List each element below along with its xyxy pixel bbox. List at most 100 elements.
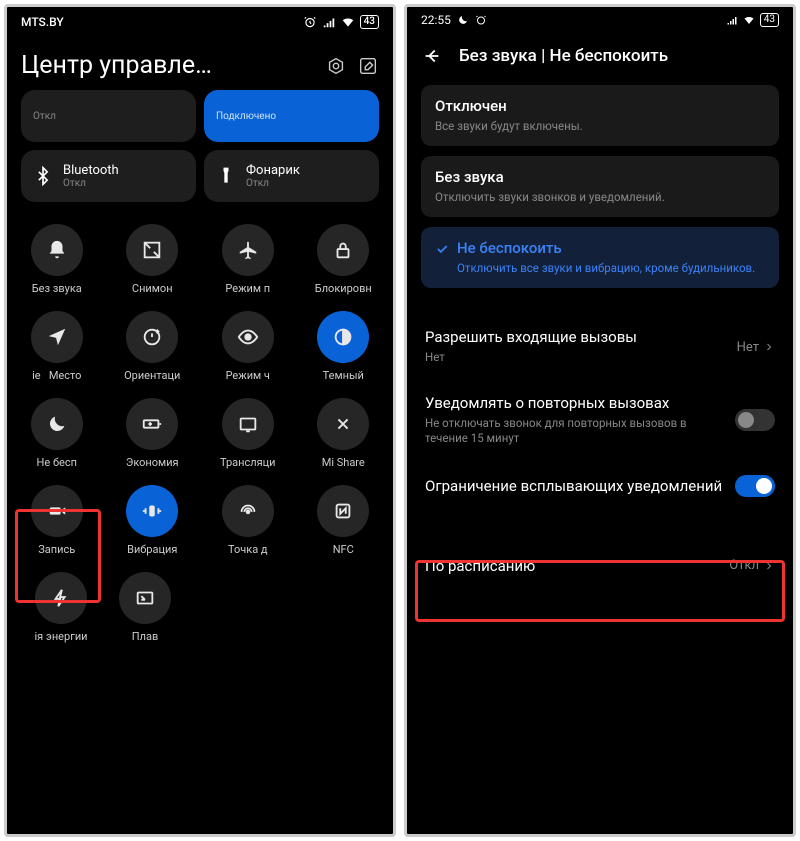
tile-wifi[interactable]: Подключено [204,90,379,142]
control-center-header: Центр управле… [7,33,393,90]
time-label: 22:55 [421,13,451,27]
carrier-label: MTS.BY [21,15,64,29]
tile-sub: Откл [246,178,300,189]
toggle-hotspot[interactable]: Точка д [208,481,288,566]
setting-incoming-calls[interactable]: Разрешить входящие вызовы Нет Нет [407,314,793,380]
eye-icon [237,326,259,348]
tile-row-2: Bluetooth Откл Фонарик Откл [7,150,393,210]
darkmode-icon [332,326,354,348]
toggle-label: Ориентаци [117,369,187,382]
toggle-label: Не бесп [22,456,92,469]
tile-bluetooth[interactable]: Bluetooth Откл [21,150,196,202]
screenshot-icon [141,239,163,261]
gear-icon[interactable] [325,55,347,77]
moon-icon [457,14,469,26]
cast-icon [237,413,259,435]
option-dnd[interactable]: Не беспокоить Отключить все звуки и вибр… [421,227,779,288]
toggle-label: ія энергии [26,630,96,643]
switch-repeated[interactable] [735,409,775,431]
toggle-location[interactable]: іе Место [17,307,97,392]
flashlight-icon [216,166,236,186]
toggle-label: Темный [308,369,378,382]
option-title: Без звука [435,168,765,186]
toggle-dnd[interactable]: Не бесп [17,394,97,479]
tile-sub: Откл [33,111,56,122]
tile-data[interactable]: Откл [21,90,196,142]
tile-label: Bluetooth [63,163,119,178]
pip-icon [134,587,156,609]
tile-label: Фонарик [246,163,300,178]
wifi-icon [743,14,755,26]
toggle-nfc[interactable]: NFC [303,481,383,566]
phone-dnd-settings: 22:55 43 Без звука | Не беспокоить Отклю… [404,4,796,837]
highlight-popup-setting [415,560,785,622]
nfc-icon [332,500,354,522]
tile-sub: Откл [63,178,119,189]
tile-flashlight[interactable]: Фонарик Откл [204,150,379,202]
setting-title: Разрешить входящие вызовы [425,328,727,346]
toggle-mute[interactable]: Без звука [17,220,97,305]
alarm-icon [303,15,317,29]
setting-sub: Нет [425,350,727,366]
toggle-cast[interactable]: Трансляци [208,394,288,479]
option-desc: Отключить все звуки и вибрацию, кроме бу… [457,260,755,276]
option-title: Не беспокоить [457,239,755,257]
battery-badge: 43 [360,15,379,29]
battery-icon [141,413,163,435]
chevron-right-icon [763,341,775,353]
status-bar: MTS.BY 43 [7,7,393,33]
toggle-airplane[interactable]: Режим п [208,220,288,305]
option-disabled[interactable]: Отключен Все звуки будут включены. [421,85,779,146]
toggle-darkmode[interactable]: Темный [303,307,383,392]
hotspot-icon [237,500,259,522]
option-desc: Отключить звуки звонков и уведомлений. [435,189,765,205]
settings-title: Без звука | Не беспокоить [459,46,668,66]
setting-title: Ограничение всплывающих уведомлений [425,477,725,495]
location-icon [46,326,68,348]
setting-desc: Не отключать звонок для повторных вызово… [425,416,725,447]
toggle-lock[interactable]: Блокировн [303,220,383,305]
tile-sub: Подключено [216,111,276,122]
toggle-screenshot[interactable]: Снимон [112,220,192,305]
toggle-battery-saver[interactable]: Экономия [112,394,192,479]
status-icons: 43 [303,15,379,29]
option-title: Отключен [435,97,765,115]
toggle-label: Без звука [22,282,92,295]
control-center-title: Центр управле… [21,51,315,80]
tile-row-1: Откл Подключено [7,90,393,150]
alarm-icon [475,14,487,26]
airplane-icon [237,239,259,261]
toggle-label: Точка д [213,543,283,556]
toggle-rotation[interactable]: Ориентаци [112,307,192,392]
signal-icon [322,15,336,29]
edit-icon[interactable] [357,55,379,77]
battery-badge: 43 [760,13,779,27]
toggle-pip[interactable]: Плав [105,568,185,653]
toggle-label: NFC [308,543,378,556]
toggle-label: Трансляци [213,456,283,469]
option-desc: Все звуки будут включены. [435,118,765,134]
toggle-label: іе Место [22,369,92,382]
settings-header: Без звука | Не беспокоить [407,33,793,85]
toggle-vibration[interactable]: Вибрация [112,481,192,566]
check-icon [435,242,449,256]
setting-popup-limit[interactable]: Ограничение всплывающих уведомлений [407,461,793,511]
toggle-label: Блокировн [308,282,378,295]
setting-repeated-calls[interactable]: Уведомлять о повторных вызовах Не отключ… [407,380,793,461]
toggle-label: Mi Share [308,456,378,469]
lock-icon [332,239,354,261]
switch-popup[interactable] [735,475,775,497]
moon-icon [46,413,68,435]
toggle-label: Экономия [117,456,187,469]
toggle-reading[interactable]: Режим ч [208,307,288,392]
bell-icon [46,239,68,261]
toggle-label: Режим п [213,282,283,295]
rotation-icon [141,326,163,348]
toggle-row: іе Место Ориентаци Режим ч Темный [9,307,391,392]
setting-title: Уведомлять о повторных вызовах [425,394,725,412]
option-silent[interactable]: Без звука Отключить звуки звонков и увед… [421,156,779,217]
toggle-label: Режим ч [213,369,283,382]
toggle-label: Вибрация [117,543,187,556]
back-icon[interactable] [421,45,443,67]
toggle-mishare[interactable]: Mi Share [303,394,383,479]
